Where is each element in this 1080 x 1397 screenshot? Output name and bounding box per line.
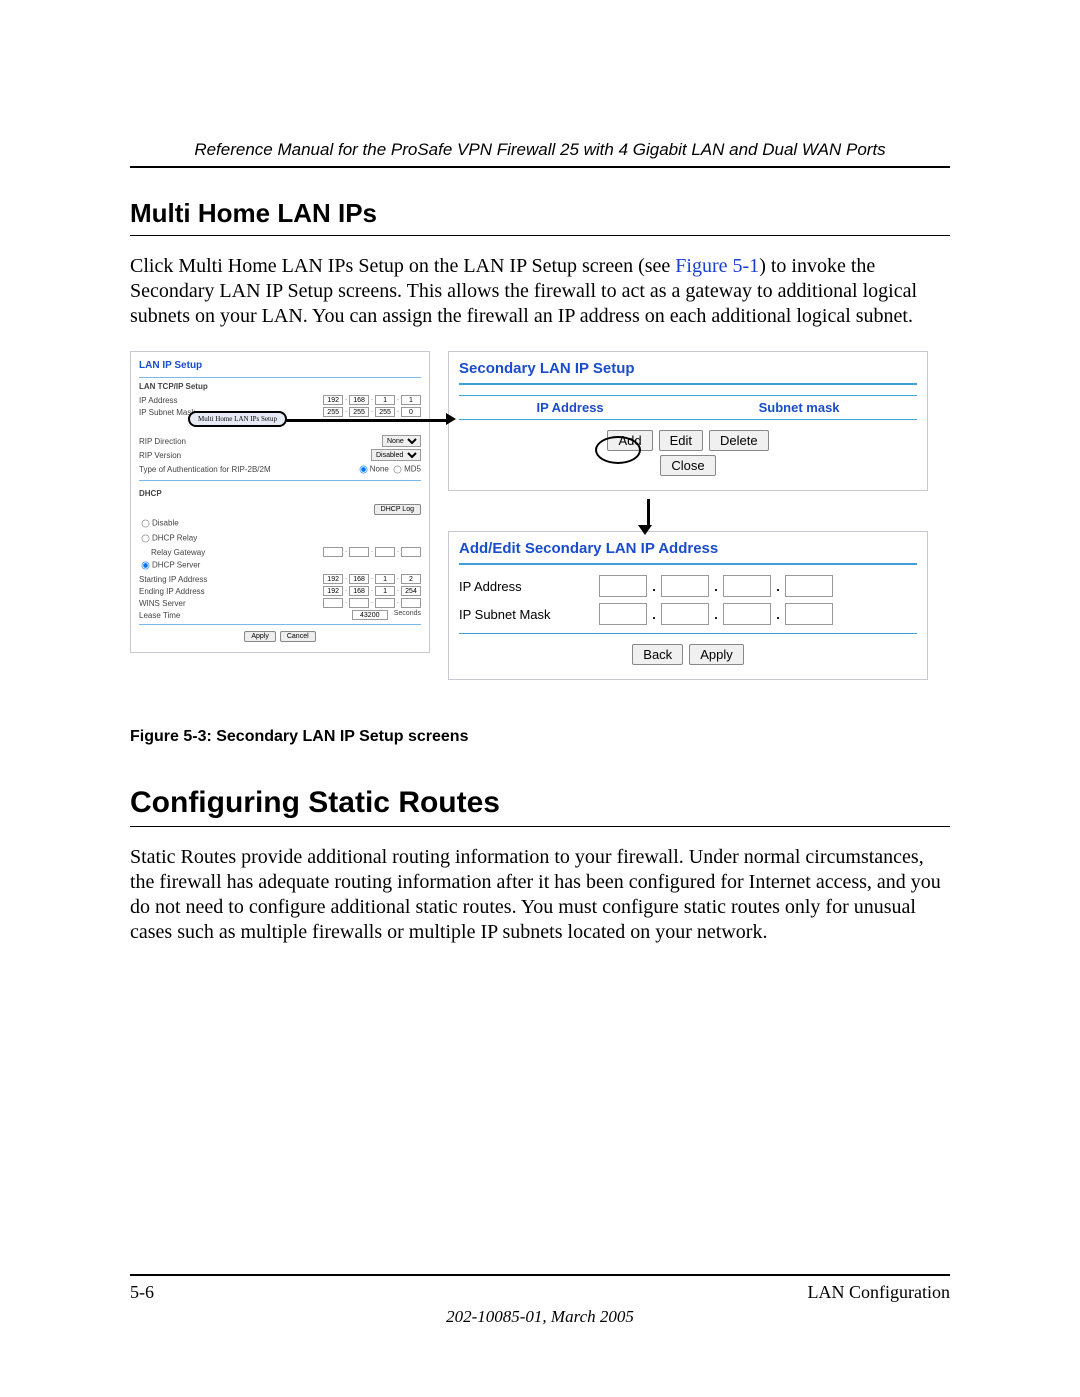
section-static-routes-body: Static Routes provide additional routing… [130, 845, 950, 945]
rip-version-select[interactable]: Disabled [371, 449, 421, 461]
addedit-ip-field[interactable]: ... [599, 575, 833, 597]
dhcp-disable-option[interactable]: Disable [139, 517, 179, 530]
section-multi-home-title: Multi Home LAN IPs [130, 198, 950, 229]
sn-oct-4[interactable] [401, 407, 421, 417]
callout-arrow-head-icon [446, 413, 456, 425]
wins-field[interactable]: ... [323, 598, 421, 608]
edit-button[interactable]: Edit [659, 430, 703, 451]
relay-gateway-field[interactable]: ... [323, 547, 421, 557]
ip-oct-3[interactable] [375, 395, 395, 405]
secondary-table-header: IP Address Subnet mask [459, 395, 917, 420]
lease-field[interactable]: Seconds [352, 610, 421, 620]
secondary-screens: Secondary LAN IP Setup IP Address Subnet… [448, 351, 928, 720]
figure-caption: Figure 5-3: Secondary LAN IP Setup scree… [130, 728, 950, 746]
section-multi-home-body: Click Multi Home LAN IPs Setup on the LA… [130, 254, 950, 329]
rip-version-label: RIP Version [139, 451, 371, 460]
dhcp-server-option[interactable]: DHCP Server [139, 559, 200, 572]
lan-tcpip-heading: LAN TCP/IP Setup [139, 382, 421, 391]
page: Reference Manual for the ProSafe VPN Fir… [0, 0, 1080, 1397]
ip-address-label: IP Address [139, 396, 323, 405]
sn-oct-3[interactable] [375, 407, 395, 417]
close-button[interactable]: Close [660, 455, 715, 476]
down-arrow-icon [644, 499, 652, 535]
page-number: 5-6 [130, 1282, 154, 1303]
start-ip-field[interactable]: . . . [323, 574, 421, 584]
rip-direction-label: RIP Direction [139, 437, 382, 446]
lan-ip-setup-panel: LAN IP Setup LAN TCP/IP Setup IP Address… [130, 351, 430, 653]
rip-auth-options: None MD5 [357, 463, 421, 476]
start-ip-label: Starting IP Address [139, 575, 323, 584]
body-text-a: Click Multi Home LAN IPs Setup on the LA… [130, 255, 675, 277]
lan-panel-title: LAN IP Setup [139, 360, 421, 371]
sn-oct-1[interactable] [323, 407, 343, 417]
relay-gateway-label: Relay Gateway [139, 548, 323, 557]
apply-button-2[interactable]: Apply [689, 644, 744, 665]
callout-arrow-line [280, 419, 450, 422]
delete-button[interactable]: Delete [709, 430, 769, 451]
col-ip-address: IP Address [536, 400, 603, 415]
header-rule [130, 166, 950, 168]
rip-auth-label: Type of Authentication for RIP-2B/2M [139, 465, 357, 474]
chapter-name: LAN Configuration [808, 1282, 950, 1303]
secondary-panel-title: Secondary LAN IP Setup [459, 360, 917, 377]
page-footer: 5-6 LAN Configuration 202-10085-01, Marc… [130, 1266, 950, 1327]
multi-home-callout: Multi Home LAN IPs Setup [188, 411, 287, 427]
ip-address-field[interactable]: . . . [323, 395, 421, 405]
dhcp-disable-radio[interactable] [142, 520, 150, 528]
auth-none-radio[interactable] [359, 466, 367, 474]
lan-ip-setup-screenshot: Multi Home LAN IPs Setup LAN IP Setup LA… [130, 351, 430, 720]
apply-button[interactable]: Apply [244, 631, 276, 642]
dhcp-relay-option[interactable]: DHCP Relay [139, 532, 197, 545]
doc-id: 202-10085-01, March 2005 [130, 1307, 950, 1327]
add-button[interactable]: Add [607, 430, 652, 451]
col-subnet-mask: Subnet mask [759, 400, 840, 415]
rip-direction-select[interactable]: None [382, 435, 421, 447]
lease-label: Lease Time [139, 611, 352, 620]
figure-5-3: Multi Home LAN IPs Setup LAN IP Setup LA… [130, 351, 950, 720]
add-edit-secondary-panel: Add/Edit Secondary LAN IP Address IP Add… [448, 531, 928, 680]
addedit-title: Add/Edit Secondary LAN IP Address [459, 540, 917, 557]
secondary-lan-ip-panel: Secondary LAN IP Setup IP Address Subnet… [448, 351, 928, 491]
section-static-routes-title: Configuring Static Routes [130, 786, 950, 820]
wins-label: WINS Server [139, 599, 323, 608]
auth-md5-label: MD5 [404, 465, 421, 474]
ip-oct-2[interactable] [349, 395, 369, 405]
ip-oct-4[interactable] [401, 395, 421, 405]
ip-oct-1[interactable] [323, 395, 343, 405]
section-rule-2 [130, 826, 950, 827]
subnet-field[interactable]: . . . [323, 407, 421, 417]
auth-md5-radio[interactable] [394, 466, 402, 474]
doc-header: Reference Manual for the ProSafe VPN Fir… [130, 140, 950, 160]
section-rule-1 [130, 235, 950, 236]
dhcp-relay-radio[interactable] [142, 535, 150, 543]
sn-oct-2[interactable] [349, 407, 369, 417]
back-button[interactable]: Back [632, 644, 683, 665]
end-ip-label: Ending IP Address [139, 587, 323, 596]
dhcp-server-radio[interactable] [142, 562, 150, 570]
dhcp-heading: DHCP [139, 489, 162, 498]
lease-unit: Seconds [394, 610, 421, 620]
auth-none-label: None [370, 465, 389, 474]
figure-5-1-xref[interactable]: Figure 5-1 [675, 255, 759, 277]
addedit-mask-field[interactable]: ... [599, 603, 833, 625]
end-ip-field[interactable]: . . . [323, 586, 421, 596]
addedit-mask-label: IP Subnet Mask [459, 607, 599, 622]
addedit-ip-label: IP Address [459, 579, 599, 594]
dhcp-log-button[interactable]: DHCP Log [374, 504, 421, 515]
cancel-button[interactable]: Cancel [280, 631, 316, 642]
